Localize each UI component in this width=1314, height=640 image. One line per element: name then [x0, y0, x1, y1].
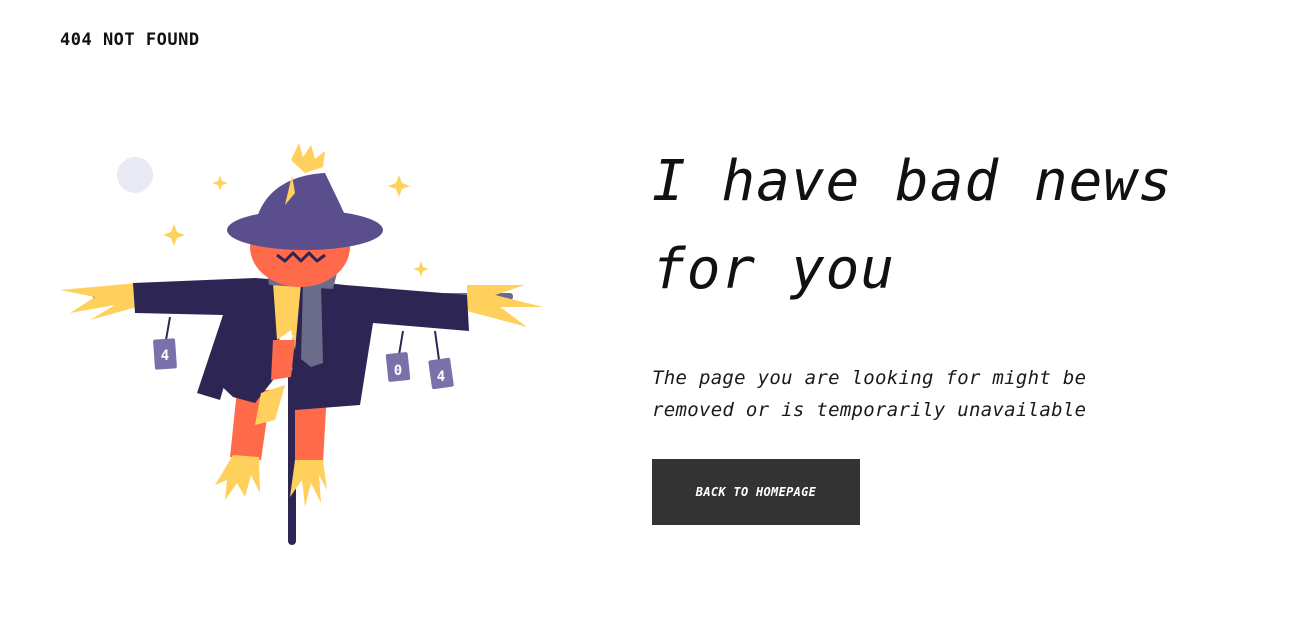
sparkle-icon: [413, 261, 429, 277]
hat-icon: [227, 143, 383, 250]
sparkle-icon: [388, 175, 410, 197]
page-description: The page you are looking for might be re…: [652, 367, 1087, 421]
page-label: 404 NOT FOUND: [60, 30, 200, 50]
coat: [133, 278, 469, 425]
page-title: I have bad news for you: [652, 149, 1173, 302]
can-right-label: 4: [437, 369, 445, 385]
back-to-homepage-button[interactable]: BACK TO HOMEPAGE: [652, 459, 860, 525]
sparkle-icon: [212, 175, 228, 191]
not-found-page: 404 NOT FOUND 4 0 4 I have bad news for …: [0, 0, 1314, 640]
sparkle-icon: [163, 224, 185, 246]
message-section: I have bad news for you The page you are…: [652, 138, 1272, 426]
moon-icon: [117, 157, 153, 193]
can-middle-label: 0: [394, 363, 402, 379]
can-left-label: 4: [161, 348, 169, 364]
scarecrow-illustration: 4 0 4: [60, 143, 543, 545]
